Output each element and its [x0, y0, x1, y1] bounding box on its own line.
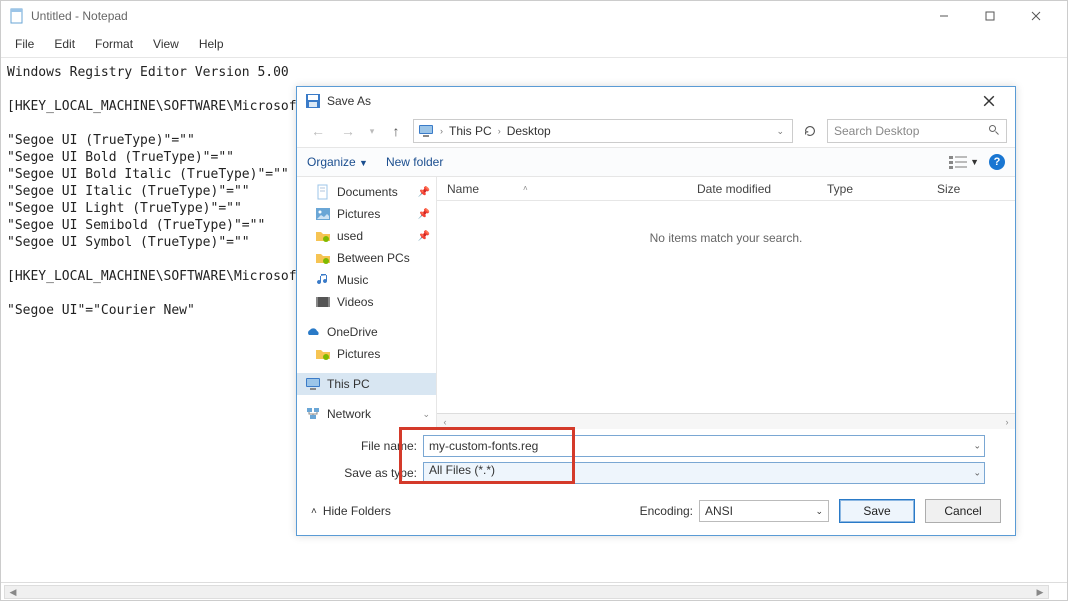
- folder-sync-icon: [315, 250, 331, 266]
- nav-item-videos[interactable]: Videos: [297, 291, 436, 313]
- encoding-dropdown[interactable]: ANSI⌄: [699, 500, 829, 522]
- scroll-right-icon[interactable]: ›: [999, 417, 1015, 427]
- dialog-title: Save As: [327, 94, 371, 108]
- pin-icon: 📌: [418, 187, 430, 198]
- chevron-down-icon: ⌄: [815, 506, 823, 517]
- close-button[interactable]: [1013, 1, 1059, 31]
- menu-file[interactable]: File: [7, 33, 42, 55]
- folder-sync-icon: [315, 228, 331, 244]
- navigation-pane: Documents📌 Pictures📌 used📌 Between PCs M…: [297, 177, 437, 429]
- chevron-right-icon: ›: [496, 126, 503, 136]
- nav-item-pictures[interactable]: Pictures📌: [297, 203, 436, 225]
- thispc-icon: [418, 123, 434, 139]
- network-icon: [305, 406, 321, 422]
- column-type[interactable]: Type: [817, 182, 927, 196]
- save-icon: [305, 93, 321, 109]
- savetype-label: Save as type:: [327, 466, 423, 480]
- music-icon: [315, 272, 331, 288]
- column-date[interactable]: Date modified: [687, 182, 817, 196]
- view-options-button[interactable]: ▼: [949, 155, 979, 169]
- chevron-up-icon: ˄: [311, 506, 317, 517]
- view-icon: [949, 155, 967, 169]
- horizontal-scrollbar[interactable]: ◀ ▶: [4, 585, 1049, 599]
- nav-item-onedrive[interactable]: OneDrive: [297, 321, 436, 343]
- documents-icon: [315, 184, 331, 200]
- menu-view[interactable]: View: [145, 33, 187, 55]
- breadcrumb-root[interactable]: This PC: [449, 124, 492, 138]
- nav-recent-button[interactable]: ▾: [365, 119, 379, 143]
- filename-label: File name:: [327, 439, 423, 453]
- column-size[interactable]: Size: [927, 182, 1015, 196]
- chevron-down-icon: ▼: [970, 157, 979, 167]
- dialog-toolbar: Organize ▼ New folder ▼ ?: [297, 147, 1015, 177]
- maximize-button[interactable]: [967, 1, 1013, 31]
- column-headers: Name˄ Date modified Type Size: [437, 177, 1015, 201]
- refresh-button[interactable]: [797, 119, 823, 143]
- menu-edit[interactable]: Edit: [46, 33, 83, 55]
- breadcrumb-current[interactable]: Desktop: [507, 124, 551, 138]
- notepad-title: Untitled - Notepad: [31, 9, 128, 23]
- nav-item-od-pictures[interactable]: Pictures: [297, 343, 436, 365]
- nav-item-betweenpcs[interactable]: Between PCs: [297, 247, 436, 269]
- chevron-down-icon: ⌄: [422, 409, 430, 420]
- search-box[interactable]: Search Desktop: [827, 119, 1007, 143]
- nav-forward-button[interactable]: →: [335, 119, 361, 143]
- notepad-icon: [9, 8, 25, 24]
- thispc-icon: [305, 376, 321, 392]
- file-list-area: Name˄ Date modified Type Size No items m…: [437, 177, 1015, 429]
- pictures-icon: [315, 206, 331, 222]
- sort-asc-icon: ˄: [523, 184, 528, 193]
- encoding-label: Encoding:: [640, 504, 693, 518]
- breadcrumb-dropdown-icon[interactable]: ⌄: [776, 126, 788, 137]
- search-icon: [988, 124, 1000, 139]
- new-folder-button[interactable]: New folder: [386, 155, 443, 169]
- help-button[interactable]: ?: [989, 154, 1005, 170]
- minimize-button[interactable]: [921, 1, 967, 31]
- nav-up-button[interactable]: ↑: [383, 119, 409, 143]
- folder-sync-icon: [315, 346, 331, 362]
- scroll-right-icon[interactable]: ▶: [1032, 586, 1048, 598]
- menu-help[interactable]: Help: [191, 33, 232, 55]
- scroll-left-icon[interactable]: ‹: [437, 417, 453, 427]
- nav-item-used[interactable]: used📌: [297, 225, 436, 247]
- dialog-close-button[interactable]: [971, 87, 1007, 115]
- onedrive-icon: [305, 324, 321, 340]
- savetype-dropdown[interactable]: All Files (*.*): [423, 462, 985, 484]
- scroll-left-icon[interactable]: ◀: [5, 586, 21, 598]
- videos-icon: [315, 294, 331, 310]
- search-placeholder: Search Desktop: [834, 124, 919, 138]
- breadcrumb-bar[interactable]: › This PC › Desktop ⌄: [413, 119, 793, 143]
- notepad-menubar: File Edit Format View Help: [1, 31, 1067, 58]
- nav-item-thispc[interactable]: This PC: [297, 373, 436, 395]
- chevron-right-icon: ›: [438, 126, 445, 136]
- organize-button[interactable]: Organize ▼: [307, 155, 368, 169]
- nav-back-button[interactable]: ←: [305, 119, 331, 143]
- cancel-button[interactable]: Cancel: [925, 499, 1001, 523]
- chevron-down-icon: ▼: [359, 158, 368, 168]
- menu-format[interactable]: Format: [87, 33, 141, 55]
- save-button[interactable]: Save: [839, 499, 915, 523]
- list-horizontal-scrollbar[interactable]: ‹ ›: [437, 413, 1015, 429]
- nav-item-network[interactable]: Network⌄: [297, 403, 436, 425]
- dialog-bottom-bar: ˄Hide Folders Encoding: ANSI⌄ Save Cance…: [297, 491, 1015, 535]
- dialog-address-bar: ← → ▾ ↑ › This PC › Desktop ⌄ Search Des…: [297, 115, 1015, 147]
- dialog-titlebar: Save As: [297, 87, 1015, 115]
- pin-icon: 📌: [418, 209, 430, 220]
- notepad-statusbar: ◀ ▶: [1, 582, 1067, 600]
- save-as-dialog: Save As ← → ▾ ↑ › This PC › Desktop ⌄ Se…: [296, 86, 1016, 536]
- empty-message: No items match your search.: [437, 201, 1015, 413]
- nav-item-documents[interactable]: Documents📌: [297, 181, 436, 203]
- column-name[interactable]: Name˄: [437, 182, 687, 196]
- hide-folders-button[interactable]: ˄Hide Folders: [311, 504, 391, 518]
- pin-icon: 📌: [418, 231, 430, 242]
- nav-item-music[interactable]: Music: [297, 269, 436, 291]
- notepad-titlebar: Untitled - Notepad: [1, 1, 1067, 31]
- filename-input[interactable]: [423, 435, 985, 457]
